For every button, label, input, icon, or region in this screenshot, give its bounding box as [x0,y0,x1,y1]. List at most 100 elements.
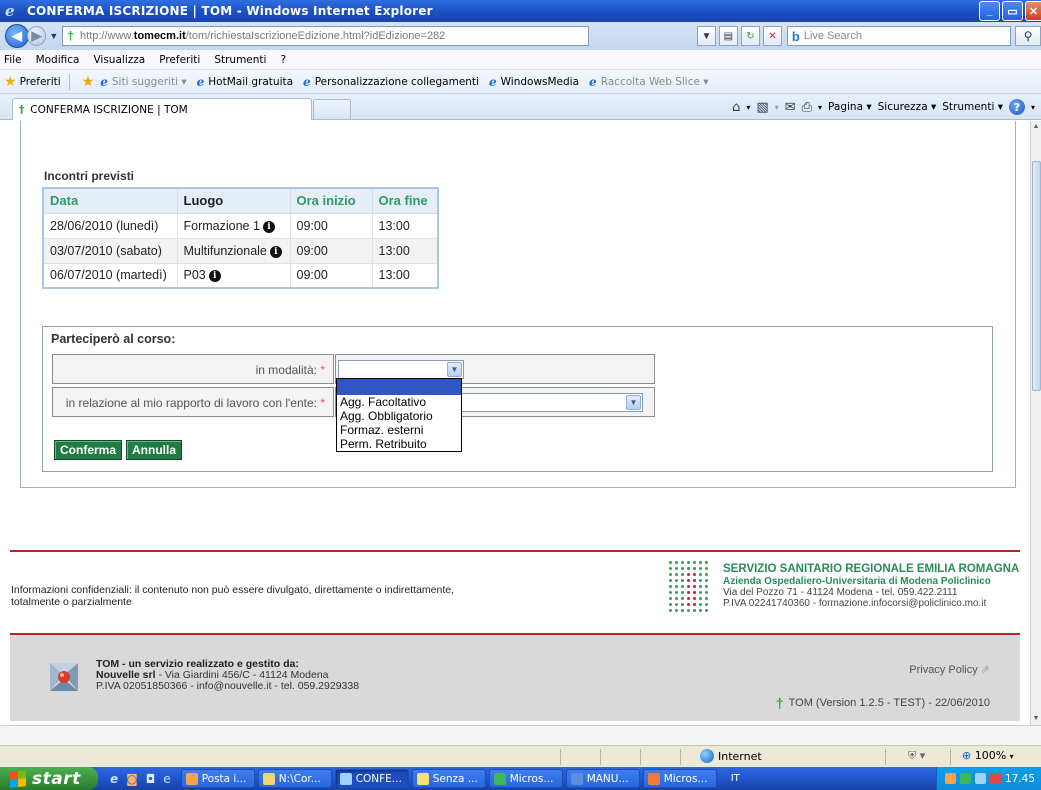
ie-quicklaunch-icon[interactable]: e [110,772,118,786]
favorites-button[interactable]: Preferiti [20,76,61,88]
favorite-suggested-sites[interactable]: e Siti suggeriti ▾ [100,75,186,89]
dropdown-option-empty[interactable] [337,379,461,395]
zoom-control[interactable]: ⊕ 100% ▾ [962,749,1014,762]
security-menu[interactable]: Sicurezza ▾ [878,101,937,113]
external-link-icon: ⇗ [977,664,990,676]
taskbar-item[interactable]: Micros... [488,769,563,788]
logo-dot [681,591,684,594]
title-bar[interactable]: e CONFERMA ISCRIZIONE | TOM - Windows In… [0,0,1041,22]
menu-file[interactable]: File [0,54,29,66]
ssr-organization: Azienda Ospedaliero-Universitaria di Mod… [723,576,991,587]
feeds-icon[interactable]: ▧ [756,100,768,115]
refresh-button[interactable]: ↻ [740,26,760,46]
taskbar-item[interactable]: MANU... [565,769,640,788]
taskbar-item[interactable]: Senza ... [411,769,486,788]
system-tray: 17.45 [935,767,1041,790]
menu-view[interactable]: Visualizza [86,54,152,66]
dropdown-option[interactable]: Agg. Facoltativo [337,395,461,409]
protected-mode-icon[interactable]: ⛨ ▾ [908,749,925,763]
menu-edit[interactable]: Modifica [29,54,87,66]
maximize-button[interactable]: ▭ [1002,1,1023,21]
stop-button[interactable]: ✕ [762,26,782,46]
dropdown-option[interactable]: Agg. Obbligatorio [337,409,461,423]
back-button[interactable]: ◀ [5,24,29,48]
windows-taskbar: start e ◙ ◘ e Posta i... N:\Cor... CONFE… [0,767,1041,790]
url-dropdown-button[interactable]: ▼ [696,26,716,46]
security-zone[interactable]: Internet [700,749,762,763]
home-icon[interactable]: ⌂ [732,100,740,115]
ie-page-icon: e [196,74,205,89]
info-icon[interactable]: i [262,220,275,233]
tray-security-icon[interactable] [989,773,1001,784]
menu-help[interactable]: ? [273,54,293,66]
favorites-star-icon[interactable]: ★ [4,74,17,90]
mode-label: in modalità: * [256,363,325,377]
favorite-hotmail[interactable]: e HotMail gratuita [197,75,293,89]
outlook-quicklaunch-icon[interactable]: ◙ [126,772,138,786]
forward-button[interactable]: ▶ [26,26,47,46]
new-tab-button[interactable] [313,99,351,119]
url-input[interactable]: † http://www. tomecm.it/tom/richiestaIscr… [62,26,589,46]
favorite-label: WindowsMedia [500,75,580,88]
ie-page-icon: e [589,74,597,89]
read-mail-icon[interactable]: ✉ [785,100,796,115]
chevron-down-icon[interactable]: ▼ [626,395,641,410]
mode-select[interactable]: ▼ [338,360,464,379]
recent-pages-dropdown[interactable]: ▼ [49,31,58,41]
compatibility-view-icon[interactable]: ▤ [718,26,738,46]
logo-dot [675,579,678,582]
cancel-button[interactable]: Annulla [126,440,183,460]
add-favorite-icon[interactable]: ★ [82,74,95,90]
favorite-customize-links[interactable]: e Personalizzazione collegamenti [303,75,479,89]
search-button[interactable]: ⚲ [1015,26,1041,46]
tray-network-icon[interactable] [974,773,986,784]
meetings-section-title: Incontri previsti [44,169,135,183]
ie-page-icon: e [303,74,311,89]
start-button[interactable]: start [0,767,98,790]
logo-dot [669,561,672,564]
logo-dot [669,597,672,600]
tray-outlook-icon[interactable] [944,773,956,784]
favorite-windowsmedia[interactable]: e WindowsMedia [489,75,579,89]
scrollbar-thumb[interactable] [1032,161,1041,391]
page-menu[interactable]: Pagina ▾ [828,101,872,113]
ssr-logo-icon [668,560,712,618]
logo-dot [699,597,702,600]
info-icon[interactable]: i [208,270,221,283]
logo-dot [687,585,690,588]
taskbar-item-active[interactable]: CONFE... [334,769,409,788]
menu-favorites[interactable]: Preferiti [152,54,207,66]
menu-tools[interactable]: Strumenti [207,54,273,66]
task-label: CONFE... [355,772,402,785]
logo-dot [687,573,690,576]
help-icon[interactable]: ? [1008,99,1025,115]
window-title: CONFERMA ISCRIZIONE | TOM - Windows Inte… [27,4,433,18]
language-indicator[interactable]: IT [726,773,745,784]
info-icon[interactable]: i [269,245,282,258]
chevron-down-icon[interactable]: ▼ [447,362,462,377]
taskbar-item[interactable]: Micros... [642,769,717,788]
cell-start: 09:00 [289,212,373,239]
scroll-down-icon[interactable]: ▼ [1031,713,1041,725]
tools-menu[interactable]: Strumenti ▾ [942,101,1003,113]
taskbar-item[interactable]: Posta i... [180,769,255,788]
search-input[interactable]: b Live Search [786,26,1012,46]
confirm-button[interactable]: Conferma [54,440,123,460]
minimize-button[interactable]: _ [979,1,1000,21]
tray-app-icon[interactable] [959,773,971,784]
taskbar-item[interactable]: N:\Cor... [257,769,332,788]
dropdown-option[interactable]: Perm. Retribuito [337,437,461,451]
dropdown-option[interactable]: Formaz. esterni [337,423,461,437]
outlook-icon [185,772,198,785]
close-button[interactable]: ✕ [1025,1,1041,21]
table-row: 06/07/2010 (martedì) P03 i 09:00 13:00 [42,262,439,289]
tab-conferma-iscrizione[interactable]: † CONFERMA ISCRIZIONE | TOM [12,98,312,120]
vertical-scrollbar[interactable]: ▲ ▼ [1030,121,1041,725]
privacy-policy-link[interactable]: Privacy Policy ⇗ [909,663,990,676]
print-icon[interactable]: ⎙ [802,100,812,115]
ie-alt-quicklaunch-icon[interactable]: e [163,772,170,786]
header-end: Ora fine [371,187,439,214]
desktop-quicklaunch-icon[interactable]: ◘ [146,772,156,786]
favorite-web-slice-gallery[interactable]: e Raccolta Web Slice ▾ [589,75,709,89]
scroll-up-icon[interactable]: ▲ [1031,121,1041,133]
